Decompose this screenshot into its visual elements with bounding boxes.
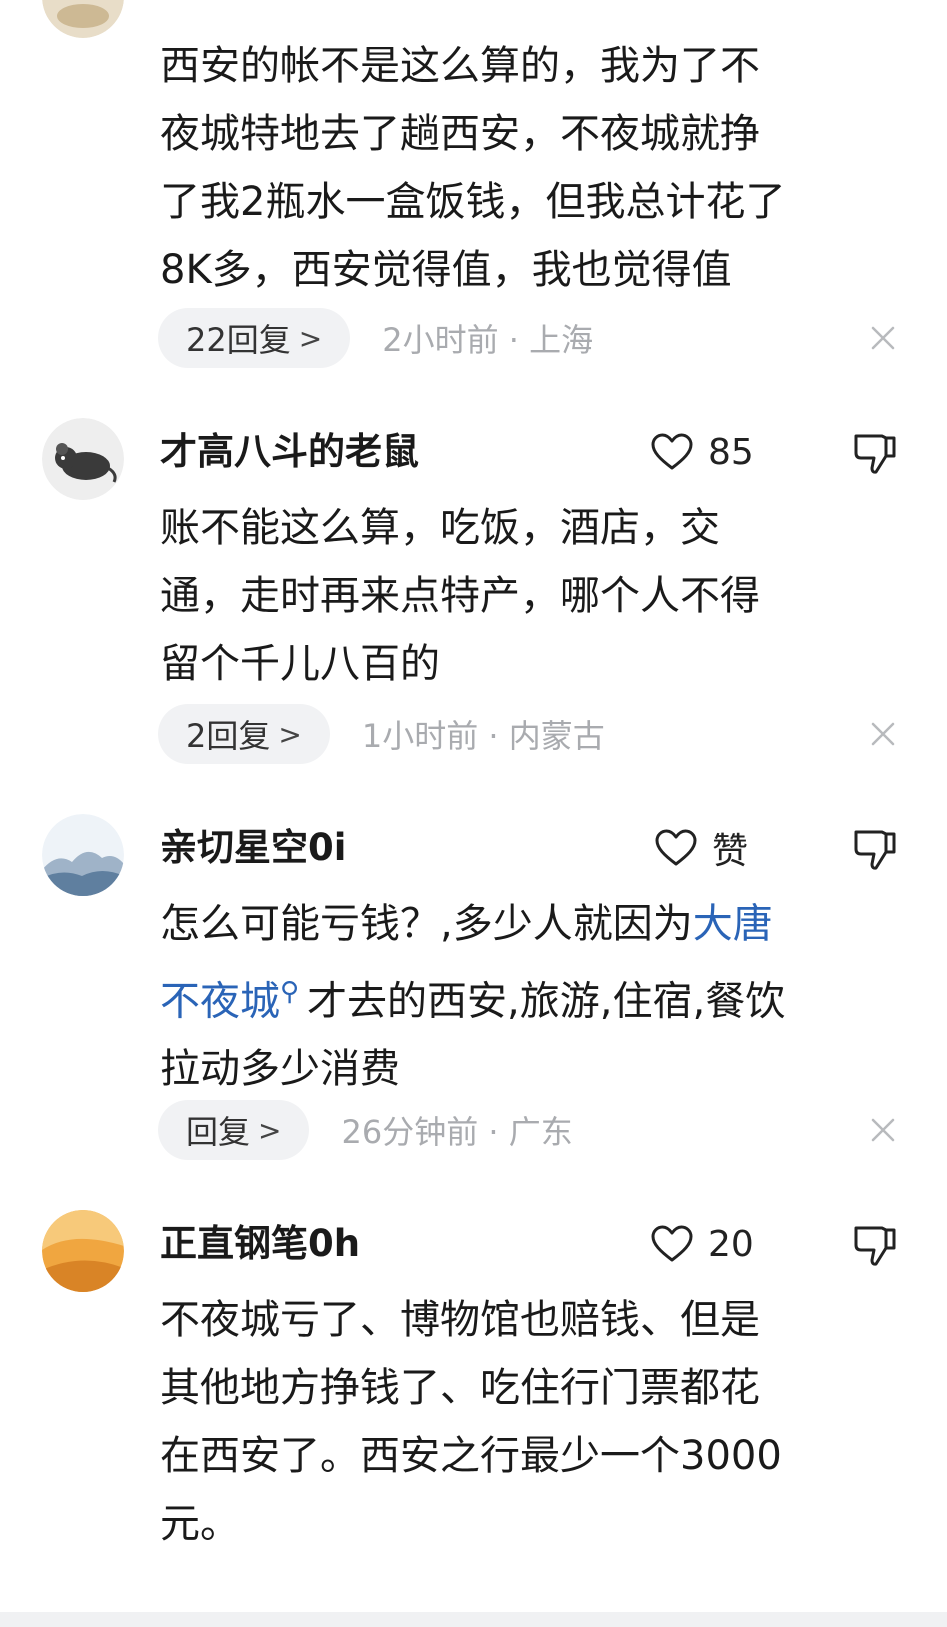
avatar[interactable] <box>42 418 124 500</box>
reply-count: 2回复 <box>186 717 271 755</box>
chevron-right-icon: > <box>278 717 302 751</box>
reply-button[interactable]: 22回复 > <box>158 308 351 368</box>
close-icon[interactable] <box>868 1115 898 1145</box>
avatar[interactable] <box>42 814 124 896</box>
bottom-divider <box>0 1612 947 1627</box>
topic-link[interactable]: 不夜城 <box>160 978 280 1024</box>
reply-count: 22回复 <box>186 321 291 359</box>
thumbs-down-outline-icon[interactable] <box>852 1222 898 1268</box>
location: 上海 <box>529 321 594 359</box>
like-button[interactable]: 85 <box>650 430 754 474</box>
reply-count: 回复 <box>186 1113 251 1151</box>
topic-link[interactable]: 大唐 <box>693 901 773 947</box>
timestamp: 2小时前 <box>382 321 499 359</box>
comment-meta: 22回复 > 2小时前 · 上海 <box>158 308 593 368</box>
like-count: 20 <box>708 1223 754 1265</box>
heart-outline-icon <box>655 829 697 866</box>
timestamp: 1小时前 <box>361 717 479 755</box>
comment-meta: 回复 > 26分钟前 · 广东 <box>158 1100 573 1160</box>
timestamp-location: 26分钟前 · 广东 <box>341 1113 573 1151</box>
location: 内蒙古 <box>508 717 605 755</box>
close-icon[interactable] <box>868 323 898 353</box>
like-button[interactable]: 20 <box>650 1222 754 1266</box>
comment-meta: 2回复 > 1小时前 · 内蒙古 <box>158 704 605 764</box>
comment-text: 西安的帐不是这么算的，我为了不 夜城特地去了趟西安，不夜城就挣 了我2瓶水一盒饭… <box>160 43 786 293</box>
heart-outline-icon <box>651 433 693 470</box>
close-icon[interactable] <box>868 719 898 749</box>
comment-text: 账不能这么算，吃饭，酒店，交 通，走时再来点特产，哪个人不得 留个千儿八百的 <box>160 505 760 687</box>
search-icon[interactable]: ⚲ <box>280 977 299 1007</box>
heart-outline-icon <box>651 1225 693 1262</box>
thumbs-down-outline-icon[interactable] <box>852 430 898 476</box>
username[interactable]: 亲切星空0i <box>160 826 346 870</box>
reply-button[interactable]: 回复 > <box>158 1100 310 1160</box>
chevron-right-icon: > <box>298 321 323 355</box>
chevron-right-icon: > <box>258 1113 282 1147</box>
location: 广东 <box>508 1113 573 1151</box>
avatar[interactable] <box>42 1210 124 1292</box>
username[interactable]: 正直钢笔0h <box>160 1222 360 1266</box>
like-button[interactable]: 赞 <box>654 826 748 872</box>
reply-button[interactable]: 2回复 > <box>158 704 330 764</box>
comment-text: 怎么可能亏钱？,多少人就因为大唐 不夜城⚲ 才去的西安,旅游,住宿,餐饮 拉动多少… <box>160 901 786 1093</box>
username[interactable]: 才高八斗的老鼠 <box>160 430 419 474</box>
timestamp-location: 2小时前 · 上海 <box>382 321 594 359</box>
timestamp-location: 1小时前 · 内蒙古 <box>361 717 605 755</box>
avatar[interactable] <box>42 0 124 38</box>
thumbs-down-outline-icon[interactable] <box>852 826 898 872</box>
like-count: 85 <box>708 431 754 473</box>
like-count: 赞 <box>712 831 749 872</box>
timestamp: 26分钟前 <box>341 1113 479 1151</box>
comment-text: 不夜城亏了、博物馆也赔钱、但是 其他地方挣钱了、吃住行门票都花 在西安了。西安之… <box>160 1297 782 1547</box>
